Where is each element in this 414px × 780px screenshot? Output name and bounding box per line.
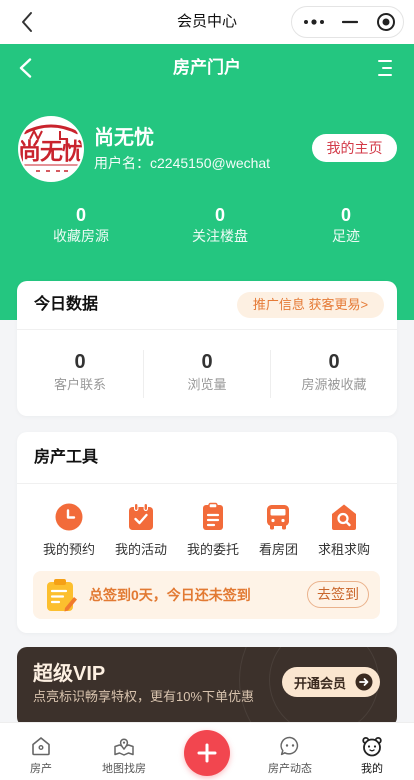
open-membership-label: 开通会员 [294, 675, 347, 691]
plus-icon [197, 743, 217, 763]
tab-label: 地图找房 [102, 763, 146, 775]
profile-username: 用户名：c2245150@wechat [94, 155, 271, 171]
stat-footprints[interactable]: 0 足迹 [291, 204, 401, 245]
tool-label: 求租求购 [317, 542, 370, 557]
vip-banner[interactable]: 超级VIP 点亮标识畅享特权，更有10%下单优惠 开通会员 [17, 647, 397, 727]
stat-followed-projects[interactable]: 0 关注楼盘 [165, 204, 275, 245]
tab-label: 房产动态 [268, 763, 312, 775]
header-back-button[interactable] [12, 55, 38, 81]
today-data-card: 今日数据 推广信息 获客更易> 0 客户联系 0 浏览量 0 房源被收藏 [17, 281, 397, 416]
chat-bubble-icon [280, 736, 299, 756]
tool-label: 我的委托 [186, 542, 239, 557]
menu-icon [378, 60, 392, 76]
capsule-more-button[interactable] [299, 7, 329, 37]
stat-value: 0 [75, 205, 86, 225]
page-title: 房产门户 [173, 58, 241, 77]
stat-listing-favorited: 0 房源被收藏 [270, 350, 397, 398]
tool-my-commissions[interactable]: 我的委托 [187, 502, 239, 558]
promo-link[interactable]: 推广信息 获客更易> [237, 292, 384, 318]
tools-header: 房产工具 [17, 432, 397, 484]
topbar-back-button[interactable] [12, 7, 42, 37]
stat-label: 浏览量 [187, 377, 227, 392]
stat-label: 客户联系 [53, 377, 106, 392]
open-membership-button[interactable]: 开通会员 [282, 667, 380, 697]
capsule-minimize-button[interactable] [335, 7, 365, 37]
tab-mine[interactable]: 我的 [332, 723, 412, 780]
chevron-left-icon [22, 12, 32, 32]
document-icon [202, 502, 223, 530]
stat-label: 关注楼盘 [192, 228, 248, 244]
stat-favorite-listings[interactable]: 0 收藏房源 [26, 204, 136, 245]
vip-subtitle: 点亮标识畅享特权，更有10%下单优惠 [33, 689, 255, 704]
bottom-tab-bar: 房产 地图找房 房产动态 我的 [0, 722, 414, 780]
house-icon [32, 737, 50, 756]
tab-real-estate[interactable]: 房产 [1, 723, 81, 780]
tool-label: 我的预约 [43, 542, 96, 557]
stat-customer-contacts: 0 客户联系 [17, 350, 143, 398]
minimize-icon [342, 20, 358, 24]
tab-label: 我的 [361, 763, 383, 775]
tools-grid: 我的预约 我的活动 我的委托 看房团 求租求购 [17, 502, 397, 558]
real-estate-tools-card: 房产工具 我的预约 我的活动 我的委托 看房团 求租求购 总签到0天，今日还未签… [17, 432, 397, 633]
my-homepage-button[interactable]: 我的主页 [312, 134, 397, 162]
calendar-check-icon [128, 503, 153, 530]
profile-name: 尚无忧 [94, 127, 154, 149]
add-post-button[interactable] [184, 730, 230, 776]
topbar-title: 会员中心 [176, 13, 237, 30]
stat-value: 0 [201, 351, 213, 373]
signin-status-text: 总签到0天，今日还未签到 [89, 587, 251, 603]
arrow-right-circle-icon [355, 673, 373, 691]
today-data-title: 今日数据 [34, 296, 99, 313]
tool-rent-buy-request[interactable]: 求租求购 [318, 502, 370, 558]
bear-face-icon [362, 737, 382, 757]
map-pin-icon [114, 738, 134, 756]
stat-value: 0 [340, 205, 351, 225]
target-icon [377, 13, 395, 31]
stat-value: 0 [74, 351, 86, 373]
profile-header: 房产门户 尚无忧 尚无忧 用户名：c2245150@wechat 我的主页 0 … [0, 44, 414, 320]
stat-value: 0 [328, 351, 340, 373]
signin-banner: 总签到0天，今日还未签到 去签到 [33, 571, 380, 619]
stat-value: 0 [214, 205, 225, 225]
chevron-left-icon [19, 58, 32, 78]
tool-label: 看房团 [258, 542, 298, 557]
tab-map-search[interactable]: 地图找房 [84, 723, 164, 780]
house-search-icon [331, 504, 356, 530]
tool-my-appointments[interactable]: 我的预约 [43, 502, 95, 558]
stat-label: 收藏房源 [53, 228, 109, 244]
tools-title: 房产工具 [34, 449, 99, 466]
vip-title: 超级VIP [33, 663, 106, 685]
clock-icon [55, 503, 83, 531]
stat-page-views: 0 浏览量 [143, 350, 270, 398]
tool-viewing-tour[interactable]: 看房团 [259, 502, 298, 558]
avatar-logo-text: 尚无忧 [18, 138, 84, 164]
tab-real-estate-news[interactable]: 房产动态 [250, 723, 330, 780]
stat-label: 房源被收藏 [301, 377, 367, 392]
mini-program-topbar: 会员中心 [0, 0, 414, 44]
today-stats: 0 客户联系 0 浏览量 0 房源被收藏 [17, 350, 397, 398]
clipboard-icon [47, 579, 77, 612]
stat-label: 足迹 [332, 228, 360, 244]
tool-my-activities[interactable]: 我的活动 [115, 502, 167, 558]
bus-icon [267, 505, 290, 530]
more-dots-icon [304, 19, 324, 25]
avatar[interactable]: 尚无忧 [18, 116, 84, 182]
capsule-menu [291, 6, 404, 38]
header-menu-button[interactable] [372, 55, 398, 81]
tool-label: 我的活动 [114, 542, 167, 557]
tab-label: 房产 [30, 763, 52, 775]
today-data-header: 今日数据 推广信息 获客更易> [17, 281, 397, 330]
capsule-close-button[interactable] [371, 7, 401, 37]
signin-button[interactable]: 去签到 [307, 581, 369, 608]
